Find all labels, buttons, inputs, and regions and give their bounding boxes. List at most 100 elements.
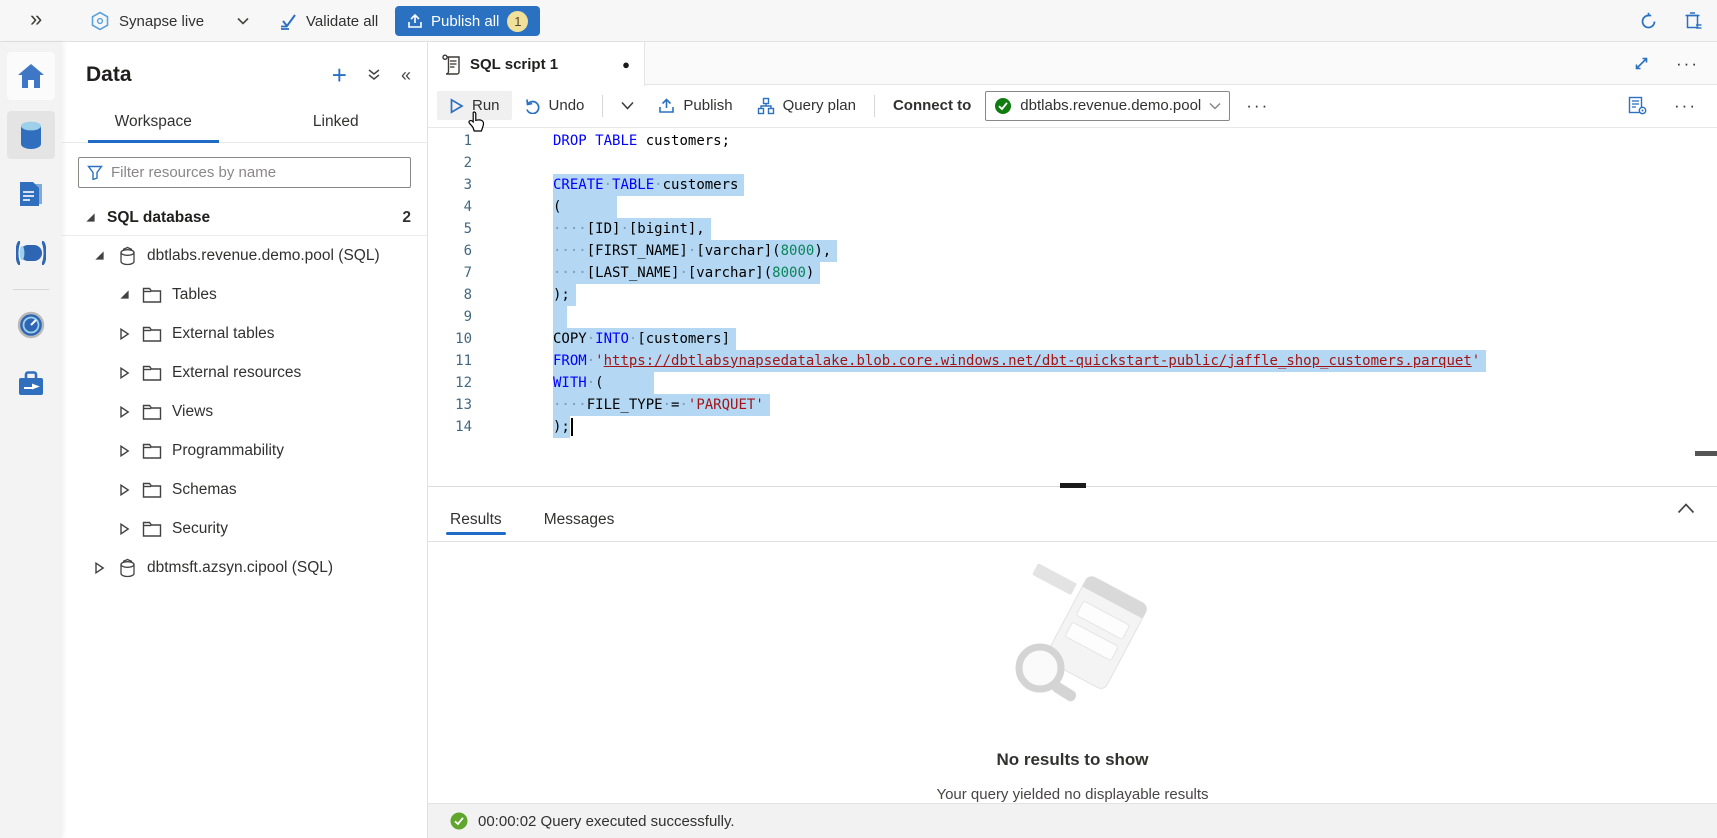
chevron-double-down-icon[interactable]	[367, 68, 381, 82]
code-line[interactable]: 12WITH·(	[428, 372, 1717, 394]
code-line[interactable]: 7····[LAST_NAME]·[varchar](8000)	[428, 262, 1717, 284]
run-button[interactable]: Run	[437, 91, 512, 120]
rail-integrate-icon[interactable]	[7, 229, 55, 277]
collapse-results-icon[interactable]	[1677, 503, 1695, 514]
publish-all-button[interactable]: Publish all 1	[395, 6, 540, 36]
tree-item-security[interactable]: Security	[62, 509, 427, 548]
tab-messages[interactable]: Messages	[540, 511, 619, 541]
validate-all-button[interactable]: Validate all	[278, 0, 378, 42]
sql-code-editor[interactable]: 1DROP TABLE customers;23CREATE·TABLE·cus…	[428, 128, 1717, 487]
properties-icon[interactable]	[1627, 95, 1648, 116]
tree-item-programmability[interactable]: Programmability	[62, 431, 427, 470]
scrollbar-thumb[interactable]	[1695, 451, 1717, 456]
collapse-panel-icon[interactable]: «	[401, 65, 411, 86]
code-line[interactable]: 13····FILE_TYPE·=·'PARQUET'	[428, 394, 1717, 416]
caret-collapsed-icon[interactable]	[116, 484, 132, 496]
empty-results-subtitle: Your query yielded no displayable result…	[936, 786, 1208, 803]
status-message: 00:00:02 Query executed successfully.	[478, 813, 735, 830]
pool-dropdown-value: dbtlabs.revenue.demo.pool	[1020, 97, 1201, 114]
tab-linked[interactable]: Linked	[245, 104, 428, 143]
document-tab-row: SQL script 1 ● ···	[428, 42, 1717, 85]
trash-icon[interactable]	[1684, 11, 1703, 31]
tree-item-label: Views	[172, 403, 213, 421]
code-line[interactable]: 11FROM·'https://dbtlabsynapsedatalake.bl…	[428, 350, 1717, 372]
add-resource-icon[interactable]: +	[332, 62, 347, 88]
tab-sql-script-1[interactable]: SQL script 1 ●	[428, 42, 645, 86]
tree-item-external-tables[interactable]: External tables	[62, 314, 427, 353]
tree-item-dbtlabs-revenue-demo-pool-sql[interactable]: dbtlabs.revenue.demo.pool (SQL)	[62, 236, 427, 275]
toolbar-more-icon[interactable]: ···	[1246, 96, 1269, 116]
environment-switcher[interactable]: Synapse live	[90, 0, 249, 42]
code-line[interactable]: 10COPY·INTO·[customers]	[428, 328, 1717, 350]
sql-script-icon	[442, 54, 461, 75]
caret-expanded-icon[interactable]	[91, 250, 107, 261]
run-options-chevron-icon[interactable]	[609, 95, 646, 116]
validate-check-icon	[278, 12, 298, 30]
folder-icon	[141, 404, 163, 420]
connect-to-label: Connect to	[893, 97, 971, 114]
caret-collapsed-icon[interactable]	[116, 445, 132, 457]
rail-manage-icon[interactable]	[7, 360, 55, 408]
caret-collapsed-icon[interactable]	[116, 406, 132, 418]
database-icon	[116, 558, 138, 578]
caret-expanded-icon[interactable]	[82, 212, 98, 223]
tab-workspace[interactable]: Workspace	[62, 104, 245, 143]
refresh-icon[interactable]	[1639, 12, 1658, 31]
tree-item-label: dbtlabs.revenue.demo.pool (SQL)	[147, 247, 380, 265]
tree-item-label: Tables	[172, 286, 217, 304]
code-line[interactable]: 4(	[428, 196, 1717, 218]
tab-more-icon[interactable]: ···	[1676, 54, 1699, 74]
editor-region: SQL script 1 ● ··· Run Undo	[428, 42, 1717, 838]
code-line[interactable]: 2	[428, 152, 1717, 174]
code-line[interactable]: 1DROP TABLE customers;	[428, 130, 1717, 152]
data-panel: Data + « Workspace Linked SQL database2 d…	[62, 42, 428, 838]
run-label: Run	[472, 97, 500, 114]
line-number: 8	[428, 284, 472, 306]
code-line[interactable]: 6····[FIRST_NAME]·[varchar](8000),	[428, 240, 1717, 262]
filter-resources-input[interactable]	[111, 164, 402, 181]
tree-item-label: Programmability	[172, 442, 284, 460]
publish-button[interactable]: Publish	[646, 91, 744, 120]
publish-count-badge: 1	[507, 11, 528, 32]
caret-collapsed-icon[interactable]	[116, 328, 132, 340]
filter-input-wrap	[78, 157, 411, 188]
pool-dropdown[interactable]: dbtlabs.revenue.demo.pool	[985, 91, 1230, 121]
rail-develop-icon[interactable]	[7, 170, 55, 218]
rail-monitor-icon[interactable]	[7, 301, 55, 349]
code-line[interactable]: 8);	[428, 284, 1717, 306]
panel-title: Data	[86, 63, 132, 87]
rail-home-icon[interactable]	[7, 52, 55, 100]
upload-icon	[407, 13, 423, 29]
caret-collapsed-icon[interactable]	[116, 367, 132, 379]
caret-collapsed-icon[interactable]	[116, 523, 132, 535]
caret-expanded-icon[interactable]	[116, 289, 132, 300]
code-line[interactable]: 9	[428, 306, 1717, 328]
expand-editor-icon[interactable]	[1633, 55, 1650, 72]
editor-more-icon[interactable]: ···	[1674, 96, 1697, 116]
code-line[interactable]: 3CREATE·TABLE·customers	[428, 174, 1717, 196]
code-line[interactable]: 14);	[428, 416, 1717, 438]
tree-item-tables[interactable]: Tables	[62, 275, 427, 314]
tree-item-sql-database[interactable]: SQL database2	[62, 200, 427, 236]
results-header: Results Messages	[428, 487, 1717, 542]
chevron-down-icon	[1209, 102, 1221, 110]
rail-separator	[13, 289, 49, 290]
tree-item-label: External resources	[172, 364, 301, 382]
success-check-icon	[450, 812, 468, 830]
undo-button[interactable]: Undo	[512, 91, 597, 120]
code-line[interactable]: 5····[ID]·[bigint],	[428, 218, 1717, 240]
validate-all-label: Validate all	[306, 13, 378, 30]
tree-item-views[interactable]: Views	[62, 392, 427, 431]
rail-data-icon[interactable]	[7, 111, 55, 159]
publish-all-label: Publish all	[431, 13, 499, 30]
tab-results[interactable]: Results	[446, 511, 506, 541]
tree-item-dbtmsft-azsyn-cipool-sql[interactable]: dbtmsft.azsyn.cipool (SQL)	[62, 548, 427, 587]
tree-item-external-resources[interactable]: External resources	[62, 353, 427, 392]
tab-title: SQL script 1	[470, 56, 558, 73]
expand-rail-icon[interactable]: »	[30, 6, 42, 32]
caret-collapsed-icon[interactable]	[91, 562, 107, 574]
tree-item-label: SQL database	[107, 209, 210, 227]
query-plan-button[interactable]: Query plan	[745, 91, 868, 121]
chevron-down-icon[interactable]	[237, 17, 249, 25]
tree-item-schemas[interactable]: Schemas	[62, 470, 427, 509]
